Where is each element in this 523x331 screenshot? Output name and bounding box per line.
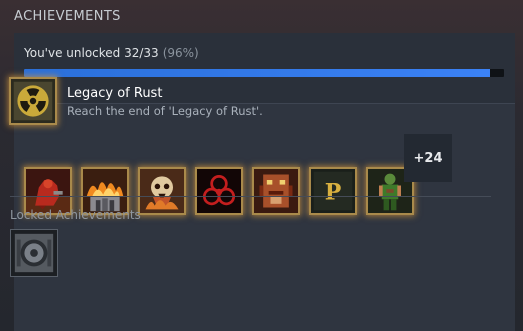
progress-label: You've unlocked 32/33: [24, 46, 159, 60]
locked-achievements-label: Locked Achievements: [10, 208, 141, 222]
progress-bar-fill: [24, 69, 490, 77]
biohazard-icon[interactable]: [195, 167, 243, 215]
demon-face-icon[interactable]: [252, 167, 300, 215]
featured-achievement-description: Reach the end of 'Legacy of Rust'.: [67, 104, 263, 118]
featured-achievement-title: Legacy of Rust: [67, 86, 163, 101]
progress-bar: [24, 69, 504, 77]
svg-text:P: P: [325, 179, 342, 205]
letter-p-icon[interactable]: P: [309, 167, 357, 215]
progress-text: You've unlocked 32/33 (96%): [24, 46, 199, 60]
divider: [10, 196, 491, 197]
more-achievements-button[interactable]: +24: [404, 134, 452, 182]
vault-door-icon[interactable]: [10, 229, 58, 277]
section-title: ACHIEVEMENTS: [14, 9, 121, 24]
progress-percent: (96%): [162, 46, 199, 60]
fire-skull-icon[interactable]: [138, 167, 186, 215]
radiation-icon[interactable]: [9, 77, 57, 125]
